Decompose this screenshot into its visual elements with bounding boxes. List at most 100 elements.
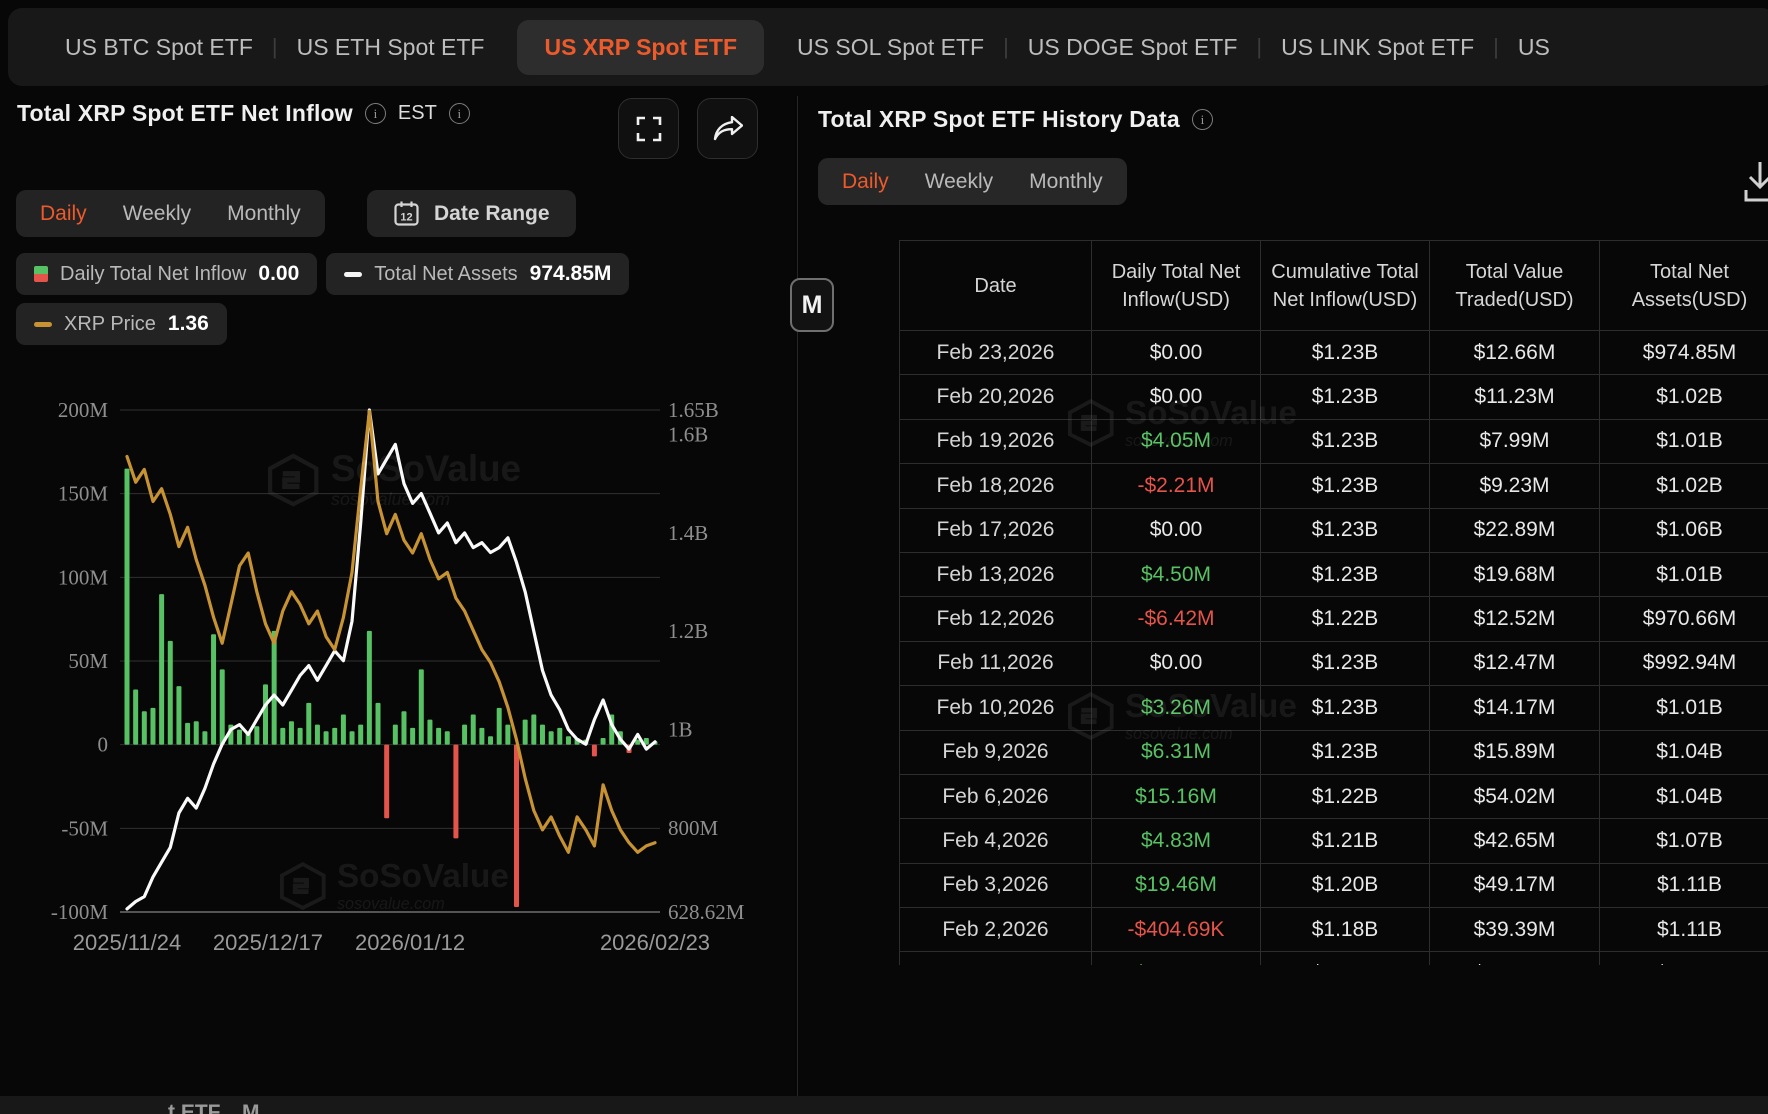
info-icon[interactable]: i — [449, 103, 470, 124]
download-icon — [1744, 160, 1768, 206]
table-cell: $970.66M — [1599, 597, 1768, 640]
table-cell: $9.23M — [1429, 464, 1599, 507]
legend-chip-total-net-assets[interactable]: Total Net Assets974.85M — [326, 253, 629, 295]
column-header[interactable]: Total Net Assets(USD) — [1599, 241, 1768, 330]
footer-fragment: M — [242, 1101, 260, 1114]
bar — [237, 730, 242, 745]
bar — [549, 731, 554, 744]
left-axis-tick: 150M — [58, 482, 109, 506]
bar — [436, 728, 441, 745]
left-axis-tick: 100M — [58, 565, 109, 589]
history-title-row: Total XRP Spot ETF History Data i — [818, 106, 1213, 133]
bar — [159, 594, 164, 745]
table-cell: $992.94M — [1599, 642, 1768, 685]
bar — [523, 720, 528, 745]
bar — [272, 631, 277, 745]
table-cell: $3.26M — [1091, 686, 1260, 729]
bar — [367, 631, 372, 745]
bar — [168, 641, 173, 745]
legend-chip-daily-total-net-inflow[interactable]: Daily Total Net Inflow0.00 — [16, 253, 317, 295]
chart-legend-row-1: Daily Total Net Inflow0.00Total Net Asse… — [16, 253, 629, 295]
table-cell: $19.46M — [1091, 864, 1260, 907]
table-row: Jan 30,2026$16.79M$1.18B$28.74M$1.19B — [899, 952, 1768, 965]
top-tab-us-doge-spot-etf[interactable]: US DOGE Spot ETF — [1018, 20, 1248, 75]
table-row: Feb 17,2026$0.00$1.23B$22.89M$1.06B — [899, 509, 1768, 553]
top-tab-us-btc-spot-etf[interactable]: US BTC Spot ETF — [55, 20, 263, 75]
table-row: Feb 20,2026$0.00$1.23B$11.23M$1.02B — [899, 375, 1768, 419]
tab-daily[interactable]: Daily — [40, 202, 87, 226]
legend-chip-xrp-price[interactable]: XRP Price 1.36 — [16, 303, 227, 345]
tab-weekly[interactable]: Weekly — [925, 170, 993, 194]
tab-weekly[interactable]: Weekly — [123, 202, 191, 226]
table-row: Feb 18,2026-$2.21M$1.23B$9.23M$1.02B — [899, 464, 1768, 508]
tab-monthly[interactable]: Monthly — [1029, 170, 1103, 194]
bar — [540, 725, 545, 745]
cell-date: Feb 17,2026 — [899, 509, 1091, 552]
svg-text:12: 12 — [400, 212, 412, 224]
bar — [150, 708, 155, 745]
table-cell: $1.04B — [1599, 731, 1768, 774]
table-cell: $49.17M — [1429, 864, 1599, 907]
tab-separator: | — [1003, 34, 1009, 60]
bar — [557, 728, 562, 745]
cell-date: Feb 9,2026 — [899, 731, 1091, 774]
top-tab-us-sol-spot-etf[interactable]: US SOL Spot ETF — [787, 20, 994, 75]
table-cell: -$6.42M — [1091, 597, 1260, 640]
fullscreen-button[interactable] — [618, 98, 679, 159]
table-cell: $11.23M — [1429, 375, 1599, 418]
tab-daily[interactable]: Daily — [842, 170, 889, 194]
table-cell: $974.85M — [1599, 331, 1768, 374]
table-cell: $39.39M — [1429, 908, 1599, 951]
date-range-button[interactable]: 12 Date Range — [367, 190, 576, 237]
info-icon[interactable]: i — [365, 103, 386, 124]
share-button[interactable] — [697, 98, 758, 159]
bar — [497, 708, 502, 745]
tab-monthly[interactable]: Monthly — [227, 202, 301, 226]
table-cell: $1.23B — [1260, 553, 1429, 596]
chart-period-tabs: Daily Weekly Monthly — [16, 190, 325, 237]
cell-date: Feb 23,2026 — [899, 331, 1091, 374]
bar — [263, 684, 268, 744]
bar — [220, 669, 225, 744]
x-axis-tick: 2025/12/17 — [213, 930, 323, 955]
table-cell: $15.89M — [1429, 731, 1599, 774]
legend-swatch — [34, 322, 52, 327]
table-cell: $1.11B — [1599, 908, 1768, 951]
table-row: Feb 6,2026$15.16M$1.22B$54.02M$1.04B — [899, 775, 1768, 819]
table-cell: $14.17M — [1429, 686, 1599, 729]
cell-date: Feb 20,2026 — [899, 375, 1091, 418]
download-button[interactable] — [1744, 160, 1768, 211]
column-header[interactable]: Cumulative Total Net Inflow(USD) — [1260, 241, 1429, 330]
table-cell: $1.23B — [1260, 642, 1429, 685]
table-cell: $1.01B — [1599, 420, 1768, 463]
table-cell: $1.01B — [1599, 686, 1768, 729]
table-cell: $1.20B — [1260, 864, 1429, 907]
partial-scroll-label[interactable]: M — [790, 278, 834, 332]
legend-value: 1.36 — [168, 312, 209, 336]
bar — [488, 736, 493, 744]
legend-label: XRP Price — [64, 313, 156, 336]
top-tab-us-eth-spot-etf[interactable]: US ETH Spot ETF — [287, 20, 495, 75]
top-tab-us-link-spot-etf[interactable]: US LINK Spot ETF — [1271, 20, 1484, 75]
net-inflow-panel: Total XRP Spot ETF Net Inflow i EST i Da… — [0, 86, 797, 1096]
table-cell: $1.23B — [1260, 375, 1429, 418]
column-header[interactable]: Date — [899, 241, 1091, 330]
bar — [471, 715, 476, 745]
top-tab-us-xrp-spot-etf[interactable]: US XRP Spot ETF — [517, 20, 764, 75]
bar — [280, 728, 285, 745]
left-axis-tick: -50M — [61, 816, 108, 840]
left-axis-tick: 50M — [68, 649, 108, 673]
table-row: Feb 13,2026$4.50M$1.23B$19.68M$1.01B — [899, 553, 1768, 597]
etf-top-tab-bar: US BTC Spot ETF | US ETH Spot ETF US XRP Sp… — [8, 8, 1768, 86]
info-icon[interactable]: i — [1192, 109, 1213, 130]
table-cell: -$2.21M — [1091, 464, 1260, 507]
table-cell: $19.68M — [1429, 553, 1599, 596]
bar — [445, 731, 450, 744]
table-cell: $12.66M — [1429, 331, 1599, 374]
column-header[interactable]: Daily Total Net Inflow(USD) — [1091, 241, 1260, 330]
top-tab-us[interactable]: US — [1508, 20, 1560, 75]
column-header[interactable]: Total Value Traded(USD) — [1429, 241, 1599, 330]
table-cell: $1.02B — [1599, 375, 1768, 418]
table-cell: $0.00 — [1091, 642, 1260, 685]
table-cell: $22.89M — [1429, 509, 1599, 552]
